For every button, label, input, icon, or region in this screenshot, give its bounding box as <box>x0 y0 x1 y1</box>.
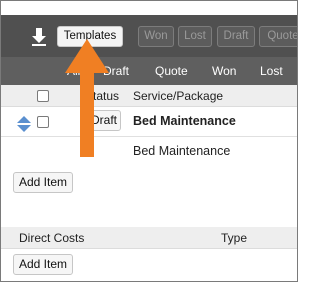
direct-costs-column-header: Direct Costs <box>19 231 85 245</box>
service-package-name: Bed Maintenance <box>133 114 236 128</box>
up-arrow-icon <box>65 39 109 157</box>
add-direct-cost-button[interactable]: Add Item <box>13 254 74 275</box>
table-row: Draft Bed Maintenance <box>1 107 297 137</box>
type-column-header: Type <box>221 231 248 245</box>
draft-button[interactable]: Draft <box>217 26 255 47</box>
lost-button[interactable]: Lost <box>178 26 212 47</box>
toolbar: Templates Won Lost Draft Quote <box>1 15 297 57</box>
app-frame: Templates Won Lost Draft Quote All Draft… <box>0 0 298 282</box>
row-checkbox[interactable] <box>37 116 49 128</box>
quote-button[interactable]: Quote <box>259 26 297 47</box>
reorder-icon[interactable] <box>17 116 31 132</box>
won-button[interactable]: Won <box>138 26 174 47</box>
tab-quote[interactable]: Quote <box>155 57 188 85</box>
add-item-button[interactable]: Add Item <box>13 172 74 193</box>
tab-lost[interactable]: Lost <box>260 57 283 85</box>
download-icon[interactable] <box>31 27 47 47</box>
tab-won[interactable]: Won <box>212 57 236 85</box>
service-column-header[interactable]: Service/Package <box>133 85 223 107</box>
table-row-detail: Bed Maintenance <box>1 138 297 164</box>
status-tabs: All Draft Quote Won Lost <box>1 57 297 85</box>
items-table-header: Status Service/Package <box>1 85 297 107</box>
service-package-detail: Bed Maintenance <box>133 144 231 158</box>
direct-costs-header: Direct Costs Type <box>1 227 297 249</box>
select-all-checkbox[interactable] <box>37 90 49 102</box>
